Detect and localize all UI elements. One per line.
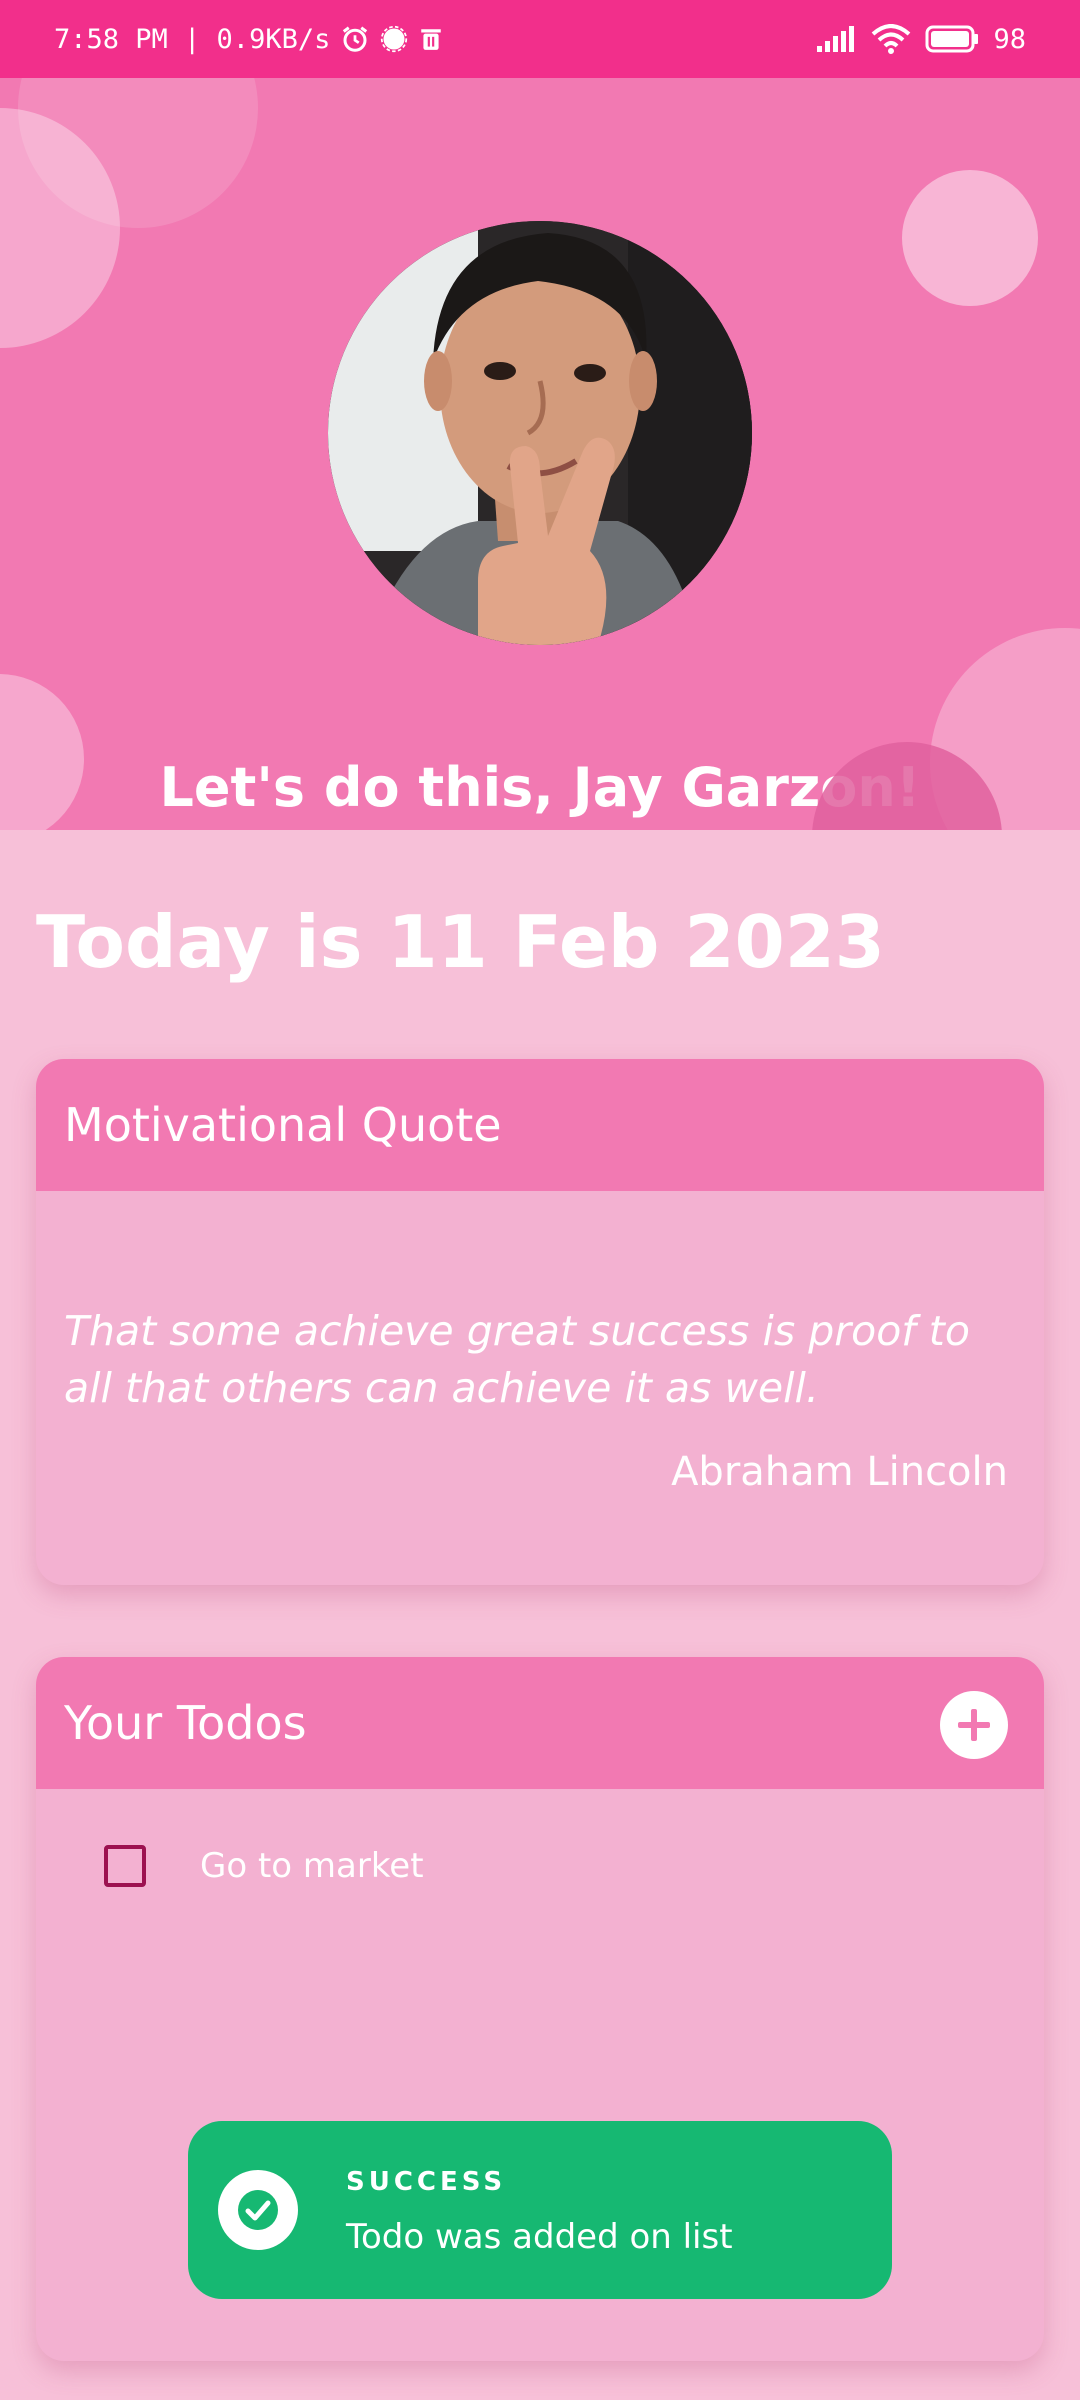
add-todo-button[interactable] xyxy=(940,1691,1008,1759)
today-date: Today is 11 Feb 2023 xyxy=(36,900,885,984)
toast-message: Todo was added on list xyxy=(346,2217,733,2257)
todo-checkbox[interactable] xyxy=(104,1845,146,1887)
todo-item-label: Go to market xyxy=(200,1846,424,1886)
battery-level: 98 xyxy=(993,23,1026,55)
cell-signal-icon xyxy=(817,26,857,52)
todo-card-title: Your Todos xyxy=(64,1696,307,1750)
status-left: 7:58 PM | 0.9KB/s xyxy=(54,0,444,78)
signal-app-icon xyxy=(380,25,408,53)
status-time-network: 7:58 PM | 0.9KB/s xyxy=(54,23,331,55)
quote-card-title: Motivational Quote xyxy=(64,1098,502,1152)
success-toast[interactable]: SUCCESS Todo was added on list xyxy=(188,2121,892,2299)
battery-icon xyxy=(925,25,979,53)
profile-header: Let's do this, Jay Garzon! xyxy=(0,78,1080,830)
quote-author: Abraham Lincoln xyxy=(671,1449,1008,1495)
alarm-icon xyxy=(340,24,370,54)
todo-item[interactable]: Go to market xyxy=(36,1845,1044,1887)
avatar xyxy=(328,221,752,645)
toast-title: SUCCESS xyxy=(346,2167,507,2197)
wifi-icon xyxy=(871,24,911,54)
trash-icon xyxy=(418,25,444,53)
todo-card-header: Your Todos xyxy=(36,1657,1044,1789)
quote-card-header: Motivational Quote xyxy=(36,1059,1044,1191)
quote-card: Motivational Quote That some achieve gre… xyxy=(36,1059,1044,1585)
plus-icon xyxy=(958,1709,990,1741)
status-bar: 7:58 PM | 0.9KB/s 98 xyxy=(0,0,1080,78)
status-right: 98 xyxy=(817,0,1026,78)
check-circle-icon xyxy=(218,2170,298,2250)
quote-card-body: That some achieve great success is proof… xyxy=(36,1303,1044,1495)
decorative-bubble xyxy=(902,170,1038,306)
quote-text: That some achieve great success is proof… xyxy=(64,1307,970,1412)
